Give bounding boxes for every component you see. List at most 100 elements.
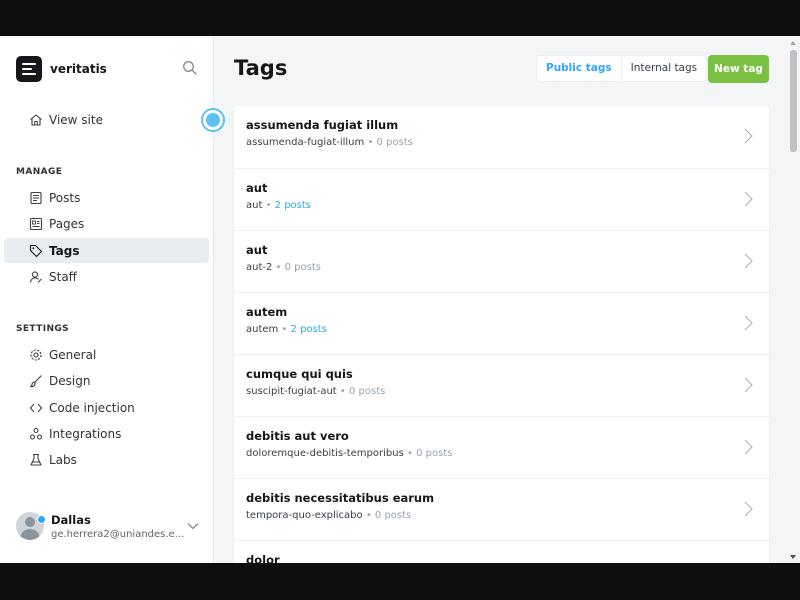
sidebar-item-label: General [49,347,97,362]
post-count[interactable]: 2 posts [291,324,327,335]
post-count[interactable]: 0 posts [416,448,452,459]
gear-icon [28,347,43,362]
meta-separator: • [407,448,413,459]
tag-type-toggle: Public tags Internal tags [536,55,708,82]
tag-name: dolor [246,553,280,563]
chevron-right-icon [744,501,753,517]
admin-app: veritatis View site MANAGE Posts Pages T… [0,36,800,563]
post-count[interactable]: 0 posts [377,137,413,148]
tag-meta: assumenda-fugiat-illum • 0 posts [246,137,413,148]
integrations-icon [28,426,43,441]
home-icon [28,112,43,127]
onboarding-pulse-indicator[interactable] [201,108,225,132]
chevron-down-icon[interactable] [186,519,200,533]
tag-meta: suscipit-fugiat-aut • 0 posts [246,386,385,397]
post-count[interactable]: 0 posts [375,510,411,521]
tag-meta: doloremque-debitis-temporibus • 0 posts [246,448,452,459]
staff-icon [28,269,43,284]
sidebar-item-tags[interactable]: Tags [4,238,209,263]
scroll-up-arrow-icon[interactable] [790,41,796,45]
tag-slug: aut-2 [246,262,273,273]
tag-row[interactable]: autem autem • 2 posts [234,292,769,354]
meta-separator: • [281,324,288,335]
scroll-down-arrow-icon[interactable] [790,555,796,559]
code-icon [28,400,43,415]
chevron-right-icon [744,253,753,269]
pages-icon [28,216,43,231]
sidebar-item-staff[interactable]: Staff [4,264,209,289]
tag-slug: assumenda-fugiat-illum [246,137,365,148]
tag-name: autem [246,305,288,319]
tags-list: assumenda fugiat illum assumenda-fugiat-… [234,106,769,563]
chevron-right-icon [744,315,753,331]
sidebar-item-label: Pages [49,216,85,231]
sidebar-item-label: Staff [49,269,77,284]
meta-separator: • [365,510,372,521]
tag-row[interactable]: debitis aut vero doloremque-debitis-temp… [234,416,769,478]
sidebar-item-label: Design [49,373,91,388]
new-tag-button[interactable]: New tag [708,55,769,83]
tag-name: cumque qui quis [246,367,353,381]
tag-name: debitis necessitatibus earum [246,491,435,505]
chevron-right-icon [744,128,753,144]
meta-separator: • [275,262,282,273]
tag-meta: aut-2 • 0 posts [246,262,321,273]
meta-separator: • [339,386,346,397]
window-top-bar [0,0,800,36]
manage-section-label: MANAGE [16,167,63,177]
meta-separator: • [265,200,272,211]
tag-row[interactable]: dolor [234,540,769,563]
brand-logo-icon [16,56,42,82]
tag-row[interactable]: debitis necessitatibus earum tempora-quo… [234,478,769,540]
tag-name: aut [246,243,268,257]
tag-slug: tempora-quo-explicabo [246,510,363,521]
settings-section-label: SETTINGS [16,324,70,334]
tag-row[interactable]: aut aut • 2 posts [234,168,769,230]
scroll-thumb[interactable] [790,50,797,152]
tag-slug: aut [246,200,263,211]
sidebar-item-general[interactable]: General [4,342,209,367]
tag-slug: doloremque-debitis-temporibus [246,448,404,459]
flask-icon [28,452,43,467]
tag-name: debitis aut vero [246,429,349,443]
window-bottom-bar [0,563,800,600]
post-count[interactable]: 0 posts [285,262,321,273]
tag-slug: autem [246,324,279,335]
chevron-right-icon [744,377,753,393]
brush-icon [28,373,43,388]
chevron-right-icon [744,191,753,207]
page-scrollbar[interactable] [787,36,800,563]
tab-internal-tags[interactable]: Internal tags [622,56,707,81]
tag-meta: tempora-quo-explicabo • 0 posts [246,510,411,521]
tag-slug: suscipit-fugiat-aut [246,386,337,397]
notification-dot [37,515,46,524]
sidebar-item-design[interactable]: Design [4,368,209,393]
sidebar-item-label: View site [49,112,103,127]
sidebar-item-posts[interactable]: Posts [4,185,209,210]
post-count[interactable]: 2 posts [275,200,311,211]
user-menu[interactable]: Dallas ge.herrera2@uniandes.e... [16,508,206,544]
tab-public-tags[interactable]: Public tags [537,56,622,81]
post-count[interactable]: 0 posts [349,386,385,397]
sidebar-item-label: Tags [49,243,80,258]
tag-row[interactable]: aut aut-2 • 0 posts [234,230,769,292]
brand[interactable]: veritatis [16,56,107,82]
tag-meta: autem • 2 posts [246,324,327,335]
chevron-right-icon [744,439,753,455]
sidebar-item-integrations[interactable]: Integrations [4,421,209,446]
tag-meta: aut • 2 posts [246,200,311,211]
sidebar-item-label: Integrations [49,426,122,441]
search-icon[interactable] [182,60,198,76]
user-name: Dallas [51,512,91,527]
tag-row[interactable]: assumenda fugiat illum assumenda-fugiat-… [234,106,769,168]
sidebar-item-labs[interactable]: Labs [4,447,209,472]
tag-name: aut [246,181,268,195]
meta-separator: • [367,137,374,148]
sidebar-item-view-site[interactable]: View site [4,107,209,132]
tag-name: assumenda fugiat illum [246,118,399,132]
sidebar-item-label: Code injection [49,400,135,415]
sidebar-item-pages[interactable]: Pages [4,211,209,236]
page-title: Tags [234,56,288,80]
sidebar-item-code-injection[interactable]: Code injection [4,395,209,420]
tag-row[interactable]: cumque qui quis suscipit-fugiat-aut • 0 … [234,354,769,416]
